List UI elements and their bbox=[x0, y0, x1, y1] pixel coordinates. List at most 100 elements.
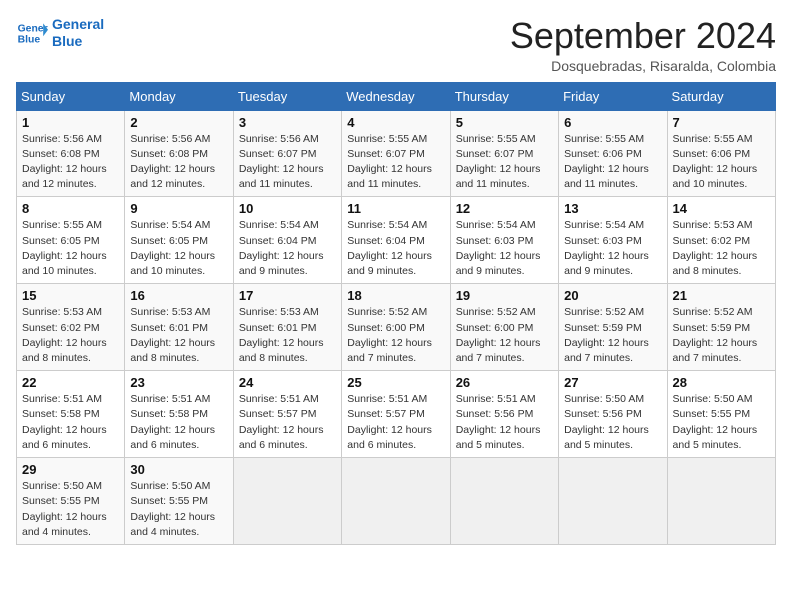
day-info: Sunrise: 5:53 AMSunset: 6:01 PMDaylight:… bbox=[239, 305, 336, 366]
title-block: September 2024 Dosquebradas, Risaralda, … bbox=[510, 16, 776, 74]
day-number: 29 bbox=[22, 462, 119, 477]
calendar-day-cell bbox=[342, 458, 450, 545]
day-number: 14 bbox=[673, 201, 770, 216]
calendar-day-cell: 1 Sunrise: 5:56 AMSunset: 6:08 PMDaylight… bbox=[17, 110, 125, 197]
calendar-day-cell: 29 Sunrise: 5:50 AMSunset: 5:55 PMDayligh… bbox=[17, 458, 125, 545]
day-info: Sunrise: 5:55 AMSunset: 6:06 PMDaylight:… bbox=[564, 132, 661, 193]
day-info: Sunrise: 5:51 AMSunset: 5:58 PMDaylight:… bbox=[22, 392, 119, 453]
day-info: Sunrise: 5:56 AMSunset: 6:08 PMDaylight:… bbox=[22, 132, 119, 193]
day-info: Sunrise: 5:52 AMSunset: 5:59 PMDaylight:… bbox=[564, 305, 661, 366]
calendar-day-cell: 6 Sunrise: 5:55 AMSunset: 6:06 PMDaylight… bbox=[559, 110, 667, 197]
day-info: Sunrise: 5:56 AMSunset: 6:07 PMDaylight:… bbox=[239, 132, 336, 193]
day-number: 6 bbox=[564, 115, 661, 130]
day-info: Sunrise: 5:51 AMSunset: 5:57 PMDaylight:… bbox=[347, 392, 444, 453]
calendar-day-cell: 28Sunrise: 5:50 AMSunset: 5:55 PMDayligh… bbox=[667, 371, 775, 458]
day-info: Sunrise: 5:52 AMSunset: 6:00 PMDaylight:… bbox=[347, 305, 444, 366]
calendar-day-cell bbox=[450, 458, 558, 545]
day-info: Sunrise: 5:50 AMSunset: 5:56 PMDaylight:… bbox=[564, 392, 661, 453]
calendar-day-cell: 14 Sunrise: 5:53 AMSunset: 6:02 PMDayligh… bbox=[667, 197, 775, 284]
day-number: 11 bbox=[347, 201, 444, 216]
day-number: 9 bbox=[130, 201, 227, 216]
calendar-day-cell bbox=[233, 458, 341, 545]
logo: General Blue General Blue bbox=[16, 16, 104, 50]
day-info: Sunrise: 5:55 AMSunset: 6:07 PMDaylight:… bbox=[347, 132, 444, 193]
col-saturday: Saturday bbox=[667, 82, 775, 110]
calendar-week-row: 1 Sunrise: 5:56 AMSunset: 6:08 PMDaylight… bbox=[17, 110, 776, 197]
logo-text: General Blue bbox=[52, 16, 104, 50]
day-number: 13 bbox=[564, 201, 661, 216]
day-number: 21 bbox=[673, 288, 770, 303]
day-info: Sunrise: 5:55 AMSunset: 6:07 PMDaylight:… bbox=[456, 132, 553, 193]
calendar-day-cell: 18 Sunrise: 5:52 AMSunset: 6:00 PMDayligh… bbox=[342, 284, 450, 371]
day-info: Sunrise: 5:54 AMSunset: 6:04 PMDaylight:… bbox=[239, 218, 336, 279]
day-info: Sunrise: 5:54 AMSunset: 6:03 PMDaylight:… bbox=[456, 218, 553, 279]
calendar-day-cell: 21Sunrise: 5:52 AMSunset: 5:59 PMDayligh… bbox=[667, 284, 775, 371]
calendar-week-row: 8Sunrise: 5:55 AMSunset: 6:05 PMDaylight… bbox=[17, 197, 776, 284]
col-thursday: Thursday bbox=[450, 82, 558, 110]
day-info: Sunrise: 5:51 AMSunset: 5:56 PMDaylight:… bbox=[456, 392, 553, 453]
day-info: Sunrise: 5:52 AMSunset: 6:00 PMDaylight:… bbox=[456, 305, 553, 366]
day-info: Sunrise: 5:55 AMSunset: 6:06 PMDaylight:… bbox=[673, 132, 770, 193]
calendar-table: Sunday Monday Tuesday Wednesday Thursday… bbox=[16, 82, 776, 545]
day-number: 19 bbox=[456, 288, 553, 303]
calendar-day-cell: 7 Sunrise: 5:55 AMSunset: 6:06 PMDaylight… bbox=[667, 110, 775, 197]
day-number: 3 bbox=[239, 115, 336, 130]
day-number: 28 bbox=[673, 375, 770, 390]
day-number: 12 bbox=[456, 201, 553, 216]
day-number: 7 bbox=[673, 115, 770, 130]
day-info: Sunrise: 5:51 AMSunset: 5:58 PMDaylight:… bbox=[130, 392, 227, 453]
day-number: 22 bbox=[22, 375, 119, 390]
calendar-day-cell: 19 Sunrise: 5:52 AMSunset: 6:00 PMDayligh… bbox=[450, 284, 558, 371]
calendar-day-cell: 20 Sunrise: 5:52 AMSunset: 5:59 PMDayligh… bbox=[559, 284, 667, 371]
calendar-day-cell: 25 Sunrise: 5:51 AMSunset: 5:57 PMDayligh… bbox=[342, 371, 450, 458]
calendar-day-cell: 11 Sunrise: 5:54 AMSunset: 6:04 PMDayligh… bbox=[342, 197, 450, 284]
calendar-day-cell: 24 Sunrise: 5:51 AMSunset: 5:57 PMDayligh… bbox=[233, 371, 341, 458]
calendar-day-cell: 12 Sunrise: 5:54 AMSunset: 6:03 PMDayligh… bbox=[450, 197, 558, 284]
day-number: 4 bbox=[347, 115, 444, 130]
calendar-header: Sunday Monday Tuesday Wednesday Thursday… bbox=[17, 82, 776, 110]
day-info: Sunrise: 5:53 AMSunset: 6:01 PMDaylight:… bbox=[130, 305, 227, 366]
calendar-day-cell bbox=[559, 458, 667, 545]
day-info: Sunrise: 5:54 AMSunset: 6:03 PMDaylight:… bbox=[564, 218, 661, 279]
calendar-day-cell: 3 Sunrise: 5:56 AMSunset: 6:07 PMDaylight… bbox=[233, 110, 341, 197]
svg-text:Blue: Blue bbox=[18, 34, 41, 45]
calendar-day-cell: 23 Sunrise: 5:51 AMSunset: 5:58 PMDayligh… bbox=[125, 371, 233, 458]
day-number: 15 bbox=[22, 288, 119, 303]
col-sunday: Sunday bbox=[17, 82, 125, 110]
day-number: 18 bbox=[347, 288, 444, 303]
day-number: 24 bbox=[239, 375, 336, 390]
day-number: 20 bbox=[564, 288, 661, 303]
calendar-day-cell: 5Sunrise: 5:55 AMSunset: 6:07 PMDaylight… bbox=[450, 110, 558, 197]
day-info: Sunrise: 5:51 AMSunset: 5:57 PMDaylight:… bbox=[239, 392, 336, 453]
day-info: Sunrise: 5:53 AMSunset: 6:02 PMDaylight:… bbox=[673, 218, 770, 279]
day-info: Sunrise: 5:55 AMSunset: 6:05 PMDaylight:… bbox=[22, 218, 119, 279]
calendar-body: 1 Sunrise: 5:56 AMSunset: 6:08 PMDaylight… bbox=[17, 110, 776, 544]
day-info: Sunrise: 5:54 AMSunset: 6:04 PMDaylight:… bbox=[347, 218, 444, 279]
day-number: 23 bbox=[130, 375, 227, 390]
month-title: September 2024 bbox=[510, 16, 776, 56]
day-number: 25 bbox=[347, 375, 444, 390]
day-number: 2 bbox=[130, 115, 227, 130]
calendar-week-row: 15Sunrise: 5:53 AMSunset: 6:02 PMDayligh… bbox=[17, 284, 776, 371]
calendar-week-row: 22 Sunrise: 5:51 AMSunset: 5:58 PMDayligh… bbox=[17, 371, 776, 458]
calendar-day-cell: 17 Sunrise: 5:53 AMSunset: 6:01 PMDayligh… bbox=[233, 284, 341, 371]
day-number: 27 bbox=[564, 375, 661, 390]
calendar-day-cell: 27 Sunrise: 5:50 AMSunset: 5:56 PMDayligh… bbox=[559, 371, 667, 458]
calendar-day-cell: 10Sunrise: 5:54 AMSunset: 6:04 PMDayligh… bbox=[233, 197, 341, 284]
day-number: 26 bbox=[456, 375, 553, 390]
col-monday: Monday bbox=[125, 82, 233, 110]
page-header: General Blue General Blue September 2024… bbox=[16, 16, 776, 74]
calendar-day-cell: 26 Sunrise: 5:51 AMSunset: 5:56 PMDayligh… bbox=[450, 371, 558, 458]
location-subtitle: Dosquebradas, Risaralda, Colombia bbox=[510, 58, 776, 74]
day-number: 17 bbox=[239, 288, 336, 303]
logo-icon: General Blue bbox=[16, 17, 48, 49]
calendar-day-cell: 4 Sunrise: 5:55 AMSunset: 6:07 PMDaylight… bbox=[342, 110, 450, 197]
calendar-week-row: 29 Sunrise: 5:50 AMSunset: 5:55 PMDayligh… bbox=[17, 458, 776, 545]
day-info: Sunrise: 5:54 AMSunset: 6:05 PMDaylight:… bbox=[130, 218, 227, 279]
day-info: Sunrise: 5:50 AMSunset: 5:55 PMDaylight:… bbox=[22, 479, 119, 540]
col-tuesday: Tuesday bbox=[233, 82, 341, 110]
day-number: 1 bbox=[22, 115, 119, 130]
calendar-day-cell: 15Sunrise: 5:53 AMSunset: 6:02 PMDayligh… bbox=[17, 284, 125, 371]
day-info: Sunrise: 5:56 AMSunset: 6:08 PMDaylight:… bbox=[130, 132, 227, 193]
calendar-day-cell: 2 Sunrise: 5:56 AMSunset: 6:08 PMDaylight… bbox=[125, 110, 233, 197]
